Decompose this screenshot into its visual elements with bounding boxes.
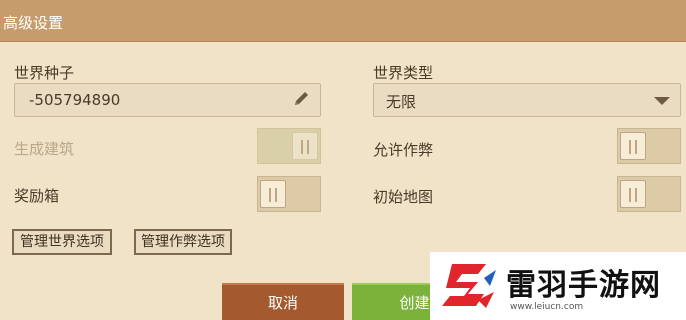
world-type-select[interactable]: 无限 — [373, 83, 681, 117]
toggle-knob — [260, 180, 286, 208]
starting-map-toggle[interactable] — [617, 176, 681, 212]
starting-map-label: 初始地图 — [373, 188, 434, 206]
world-type-label: 世界类型 — [373, 64, 434, 82]
watermark: 雷羽手游网 www.leiucn.com — [430, 252, 686, 320]
toggle-knob — [620, 132, 646, 160]
watermark-name: 雷羽手游网 — [506, 268, 661, 303]
pencil-icon[interactable] — [292, 91, 312, 109]
title-bar: 高级设置 — [0, 0, 686, 42]
bonus-chest-toggle[interactable] — [257, 176, 321, 212]
world-seed-input[interactable]: -505794890 — [14, 83, 321, 117]
allow-cheats-label: 允许作弊 — [373, 141, 434, 159]
toggle-knob — [620, 180, 646, 208]
generate-structures-label: 生成建筑 — [14, 140, 75, 158]
world-type-value: 无限 — [386, 93, 417, 111]
chevron-down-icon — [654, 97, 670, 105]
leiyu-logo-icon — [442, 264, 496, 308]
watermark-url: www.leiucn.com — [510, 302, 584, 312]
world-seed-value: -505794890 — [29, 91, 121, 109]
allow-cheats-toggle[interactable] — [617, 128, 681, 164]
bonus-chest-label: 奖励箱 — [14, 187, 60, 205]
manage-world-options-button[interactable]: 管理世界选项 — [12, 229, 112, 255]
cancel-button[interactable]: 取消 — [222, 283, 344, 320]
dialog-title: 高级设置 — [3, 14, 64, 32]
toggle-knob — [292, 132, 318, 160]
manage-cheat-options-button[interactable]: 管理作弊选项 — [134, 229, 232, 255]
generate-structures-toggle — [257, 128, 321, 164]
world-seed-label: 世界种子 — [14, 64, 75, 82]
